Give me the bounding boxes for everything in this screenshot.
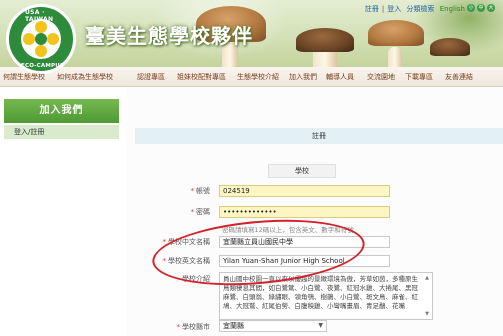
site-title[interactable]: 臺美生態學校夥伴 [85,20,253,49]
intro-text: 員山國中校園一直以來以優越的景緻環境為傲，芳草如茵，多種原生鳥類棲息其間，如白鷺… [223,275,418,310]
text-size-small-button[interactable]: 小 [467,4,475,12]
mushroom-decoration [430,38,470,56]
nav-item-join-us[interactable]: 加入我們 [289,72,317,82]
site-logo[interactable]: USA · TAIWAN ECO-CAMPUS [6,4,76,74]
account-input[interactable]: 024519 [219,185,390,197]
county-selected-value: 宜蘭縣 [223,322,244,330]
school-name-zh-label: * 學校中文名稱 [162,238,211,246]
mushroom-decoration [368,20,424,46]
nav-item-school-intro[interactable]: 生態學校介紹 [237,72,279,82]
mushroom-decoration [296,28,354,52]
school-name-en-label: * 學校英文名稱 [162,257,211,265]
sidebar-item-login-register[interactable]: 登入/註冊 [4,125,119,139]
nav-item-counselors[interactable]: 輔導人員 [326,72,354,82]
sidebar: 加入我們 登入/註冊 [4,87,119,336]
logo-text-bottom: ECO-CAMPUS [21,63,65,69]
school-name-zh-input[interactable]: 宜蘭縣立員山國民中學 [219,236,390,248]
scroll-down-icon[interactable]: ▼ [423,310,431,318]
password-input[interactable]: ••••••••••••• [219,206,390,218]
nav-item-certification[interactable]: 認證專區 [137,72,165,82]
chevron-down-icon: ▼ [318,322,323,329]
county-select[interactable]: 宜蘭縣 ▼ [219,320,327,332]
logo-flower-icon [21,19,61,59]
password-hint: 密碼請填寫12碼以上，包含英文、數字和符號 [222,226,354,234]
county-label: * 學校縣市 [176,323,211,331]
nav-item-links[interactable]: 友善連結 [445,72,473,82]
intro-label: 學校介紹 [182,275,210,283]
mushroom-decoration [388,47,402,67]
text-size-large-button[interactable]: 大 [487,4,495,12]
category-search-link[interactable]: 分類檢索 [406,5,434,13]
text-size-medium-button[interactable]: 中 [477,4,485,12]
top-link-separator: | [381,5,385,13]
english-link[interactable]: English [440,5,465,13]
nav-item-sister-school[interactable]: 姐妹校配對專區 [177,72,226,82]
nav-item-how-to-become[interactable]: 如何成為生態學校 [57,72,113,82]
scroll-up-icon[interactable]: ▲ [423,274,431,282]
login-link[interactable]: 登入 [387,5,401,13]
intro-textarea[interactable]: 員山國中校園一直以來以優越的景緻環境為傲，芳草如茵，多種原生鳥類棲息其間，如白鷺… [219,272,433,320]
register-heading: 註冊 [135,128,503,144]
school-name-en-input[interactable]: Yilan Yuan-Shan Junior High School [219,255,390,267]
main-nav: 何謂生態學校 如何成為生態學校 認證專區 姐妹校配對專區 生態學校介紹 加入我們… [0,67,503,87]
register-link[interactable]: 註冊 [365,5,379,13]
password-label: * 密碼 [190,208,211,216]
nav-item-downloads[interactable]: 下載專區 [405,72,433,82]
account-label: * 帳號 [190,187,211,195]
section-label-school: 學校 [268,164,336,178]
sidebar-heading: 加入我們 [4,99,119,123]
nav-item-forum[interactable]: 交流園地 [367,72,395,82]
top-links: 註冊 | 登入 分類檢索 English [362,4,465,14]
